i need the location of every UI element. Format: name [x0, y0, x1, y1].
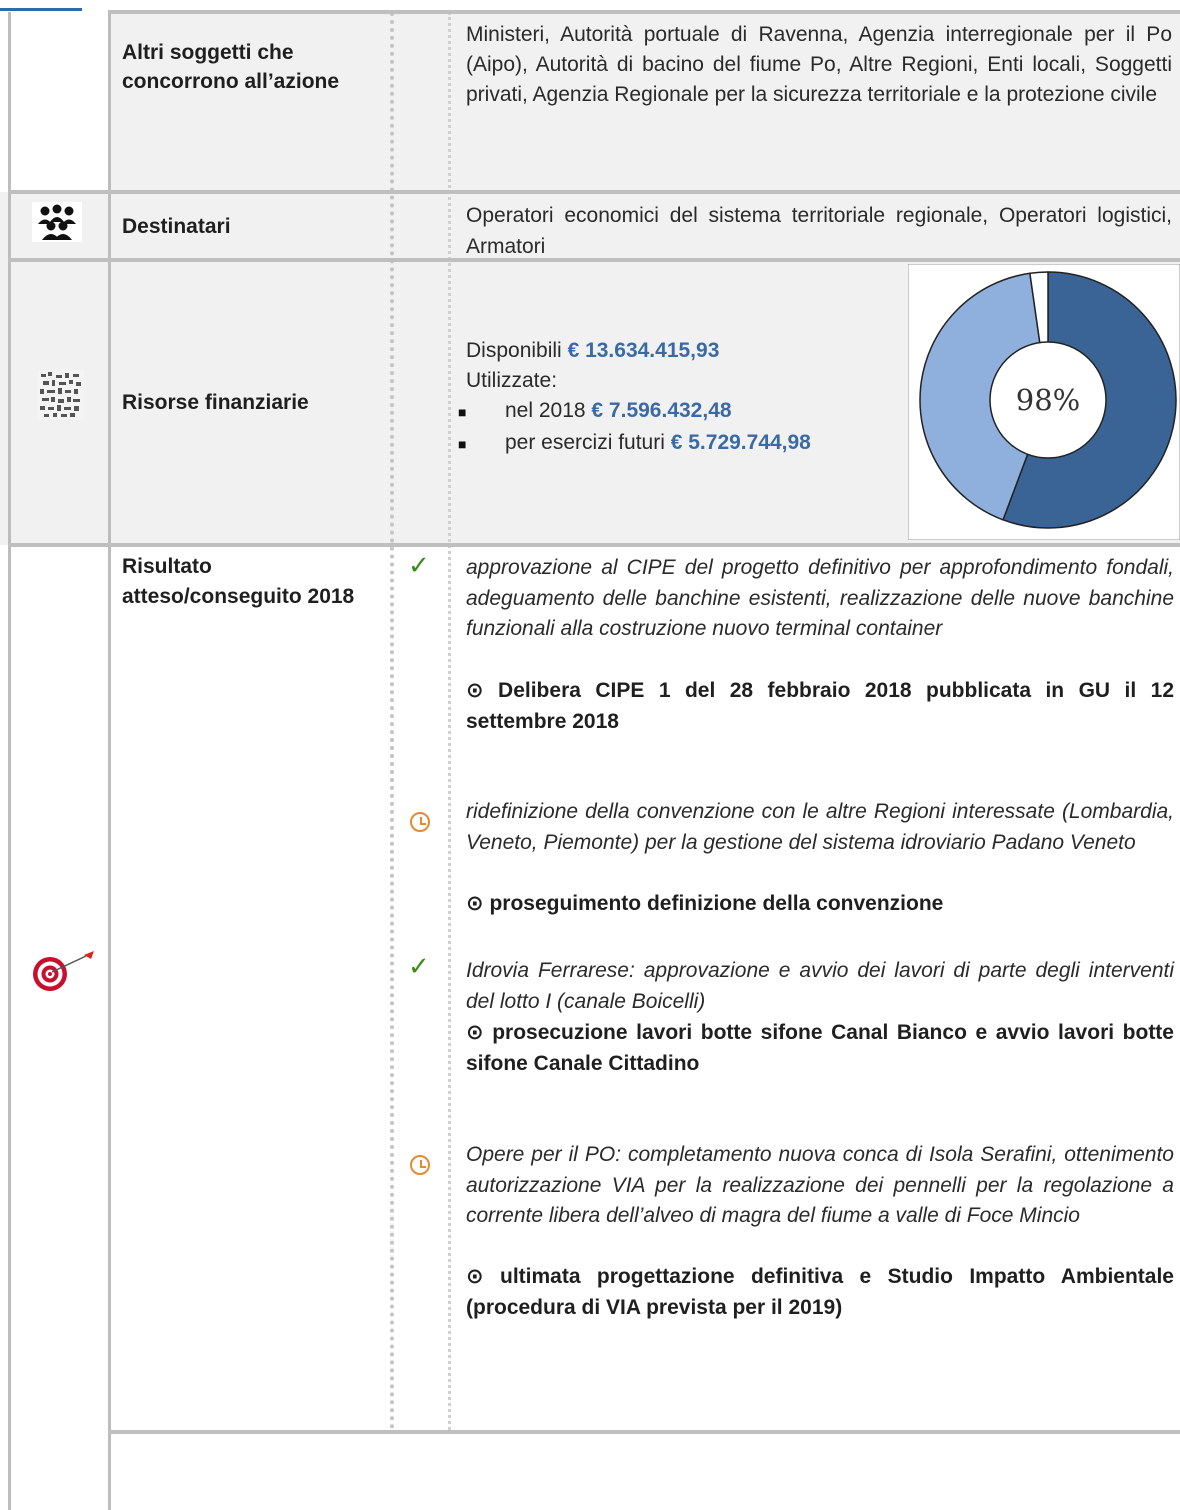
item-2018-label: nel 2018 — [505, 399, 586, 422]
money-texture-icon — [38, 370, 84, 420]
risultato-item-text: ridefinizione della convenzione con le a… — [466, 800, 1174, 854]
left-border-line — [8, 12, 11, 1510]
dotted-column-line-1 — [390, 12, 394, 1430]
risultato-item-result: ⊙ Delibera CIPE 1 del 28 febbraio 2018 p… — [466, 676, 1174, 737]
clock-icon — [410, 1155, 430, 1175]
donut-chart: 98% — [908, 264, 1180, 540]
check-icon: ✓ — [408, 550, 430, 580]
result-text: proseguimento definizione della convenzi… — [489, 892, 944, 915]
donut-center-label: 98% — [1016, 383, 1080, 417]
item-2018-value: € 7.596.432,48 — [591, 399, 732, 422]
risultato-item-text: Idrovia Ferrarese: approvazione e avvio … — [466, 959, 1174, 1013]
separator-3 — [8, 543, 1180, 547]
top-accent-bar — [0, 8, 82, 11]
risultato-item-result: ⊙ proseguimento definizione della conven… — [466, 889, 1174, 920]
item-futuri-label: per esercizi futuri — [505, 431, 665, 454]
disponibili-label: Disponibili — [466, 339, 562, 362]
risultato-item-text: Opere per il PO: completamento nuova con… — [466, 1143, 1174, 1227]
risultato-item-text: approvazione al CIPE del progetto defini… — [466, 556, 1174, 640]
utilizzate-label: Utilizzate: — [466, 369, 558, 392]
risultato-label: Risultato atteso/conseguito 2018 — [122, 555, 355, 608]
risultato-item-result: ⊙ prosecuzione lavori botte sifone Canal… — [466, 1018, 1174, 1079]
risorse-item-futuri: per esercizi futuri € 5.729.744,98 — [505, 428, 925, 458]
group-people-icon — [32, 202, 82, 242]
circled-dot-icon: ⊙ — [466, 1265, 500, 1288]
risorse-item-2018: nel 2018 € 7.596.432,48 — [505, 396, 905, 426]
result-text: ultimata progettazione definitiva e Stud… — [466, 1265, 1174, 1319]
altri-label: Altri soggetti che concorrono all’azione — [122, 41, 340, 93]
target-dart-icon — [30, 950, 96, 996]
circled-dot-icon: ⊙ — [466, 679, 499, 702]
bullet-marker: ■ — [458, 404, 467, 420]
label-column-line — [108, 12, 111, 1510]
result-text: Delibera CIPE 1 del 28 febbraio 2018 pub… — [466, 679, 1174, 733]
clock-icon — [410, 812, 430, 832]
destinatari-label: Destinatari — [122, 215, 231, 238]
separator-bottom — [108, 1430, 1180, 1434]
risultato-item-result: ⊙ ultimata progettazione definitiva e St… — [466, 1262, 1174, 1323]
result-text: prosecuzione lavori botte sifone Canal B… — [466, 1021, 1174, 1075]
item-futuri-value: € 5.729.744,98 — [670, 431, 811, 454]
circled-dot-icon: ⊙ — [466, 892, 490, 915]
separator-1 — [8, 190, 1180, 194]
bullet-marker: ■ — [458, 436, 467, 452]
dotted-column-line-2 — [448, 12, 451, 1430]
destinatari-content: Operatori economici del sistema territor… — [466, 204, 1172, 258]
circled-dot-icon: ⊙ — [466, 1021, 493, 1044]
top-separator — [108, 10, 1180, 14]
altri-content: Ministeri, Autorità portuale di Ravenna,… — [466, 23, 1172, 106]
risorse-disponibili: Disponibili € 13.634.415,93 — [466, 336, 886, 366]
disponibili-value: € 13.634.415,93 — [567, 339, 720, 362]
risorse-label: Risorse finanziarie — [122, 391, 309, 414]
check-icon: ✓ — [408, 951, 430, 981]
